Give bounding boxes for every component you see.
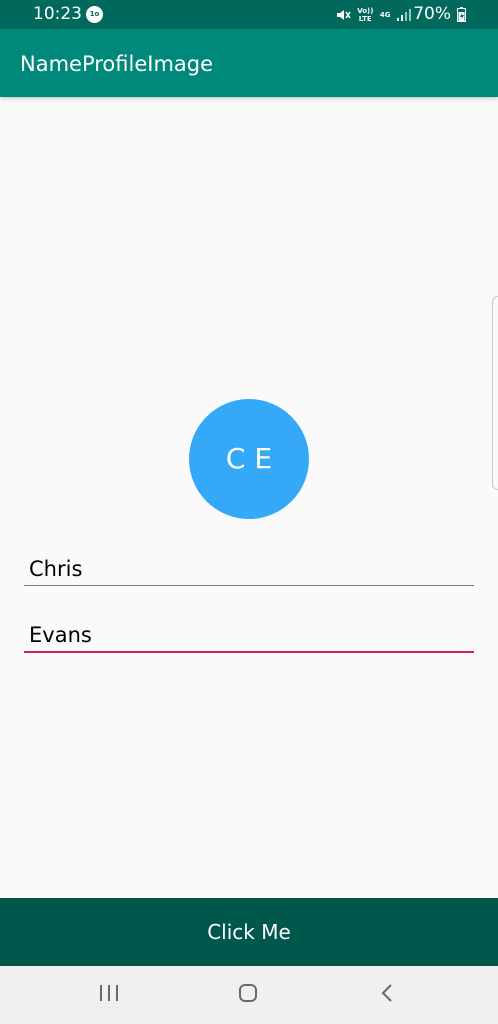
- profile-avatar: C E: [189, 399, 309, 519]
- click-me-button[interactable]: Click Me: [0, 898, 498, 966]
- last-name-field[interactable]: [24, 619, 474, 653]
- battery-percent: 70%: [413, 4, 451, 24]
- notification-icon: 1o: [86, 6, 103, 23]
- home-button[interactable]: [228, 981, 268, 1009]
- status-indicators: Vo)) LTE 4G 70%: [329, 4, 466, 25]
- app-bar: NameProfileImage: [0, 29, 498, 97]
- recents-icon: [99, 984, 119, 1006]
- recents-button[interactable]: [89, 981, 129, 1009]
- volte-indicator: Vo)) LTE: [357, 6, 374, 23]
- battery-charging-icon: [457, 7, 466, 22]
- back-icon: [380, 983, 394, 1007]
- home-icon: [238, 983, 258, 1007]
- status-bar: 10:23 1o Vo)) LTE 4G 70%: [0, 0, 498, 29]
- edge-panel-handle[interactable]: [492, 296, 498, 490]
- navigation-bar: [0, 966, 498, 1024]
- back-button[interactable]: [367, 981, 407, 1009]
- page-title: NameProfileImage: [20, 52, 214, 76]
- status-time: 10:23: [33, 4, 82, 24]
- first-name-field[interactable]: [24, 552, 474, 586]
- network-type-indicator: 4G: [379, 10, 391, 19]
- mute-icon: [335, 7, 351, 23]
- signal-icon: [397, 8, 412, 21]
